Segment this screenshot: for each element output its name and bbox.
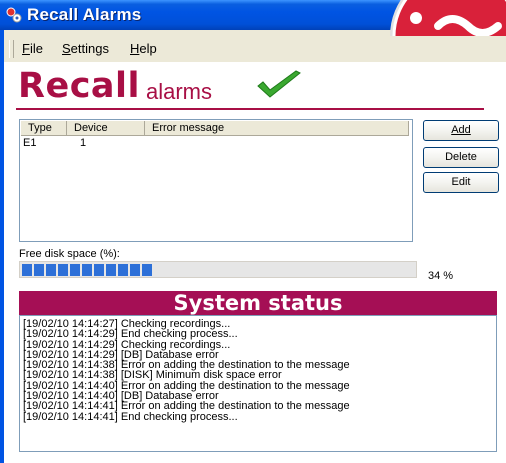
progress-segment [46, 264, 56, 276]
edit-button[interactable]: Edit [423, 172, 499, 193]
menu-help[interactable]: Help [130, 41, 157, 56]
progress-segment [34, 264, 44, 276]
add-button[interactable]: Add [423, 120, 499, 141]
disk-space-progress [19, 261, 417, 278]
menu-settings-rest: ettings [70, 41, 109, 56]
progress-segment [82, 264, 92, 276]
app-icon [6, 7, 22, 23]
checkmark-icon [257, 70, 301, 98]
logo-underline [16, 108, 484, 110]
menu-file[interactable]: File [22, 41, 43, 56]
menu-file-rest: ile [29, 41, 43, 56]
logo-main: Recall [18, 66, 141, 106]
progress-segment [58, 264, 68, 276]
progress-segment [118, 264, 128, 276]
menu-help-mnemonic: H [130, 41, 140, 56]
progress-segment [22, 264, 32, 276]
progress-segment [142, 264, 152, 276]
menu-bar: File Settings Help [4, 36, 506, 62]
alarms-list-header: Type Device Error message [21, 121, 409, 136]
menu-settings-mnemonic: S [62, 41, 71, 56]
progress-segment [94, 264, 104, 276]
system-status-header: System status [19, 291, 497, 315]
disk-space-label: Free disk space (%): [19, 248, 120, 260]
system-status-log[interactable]: [19/02/10 14:14:27] Checking recordings.… [19, 315, 497, 452]
progress-segment [130, 264, 140, 276]
menu-file-mnemonic: F [22, 41, 30, 56]
window-title: Recall Alarms [27, 5, 142, 24]
progress-segment [70, 264, 80, 276]
column-header-device[interactable]: Device [67, 121, 145, 135]
logo-sub: alarms [146, 79, 213, 104]
delete-button-label: Delete [445, 151, 477, 163]
menu-settings[interactable]: Settings [62, 41, 109, 56]
progress-segment [106, 264, 116, 276]
disk-space-percent: 34 % [428, 270, 454, 282]
add-button-label: Add [451, 124, 471, 136]
cell-device: 1 [80, 137, 87, 149]
column-header-type[interactable]: Type [21, 121, 67, 135]
menu-help-rest: elp [139, 41, 157, 56]
alarms-list[interactable]: Type Device Error message E1 1 [19, 119, 413, 242]
cell-type: E1 [23, 137, 37, 149]
delete-button[interactable]: Delete [423, 147, 499, 168]
edit-button-label: Edit [451, 176, 471, 188]
column-header-error-message[interactable]: Error message [145, 121, 409, 135]
log-line: [19/02/10 14:14:41] End checking process… [23, 410, 238, 423]
menu-grip [9, 40, 14, 58]
